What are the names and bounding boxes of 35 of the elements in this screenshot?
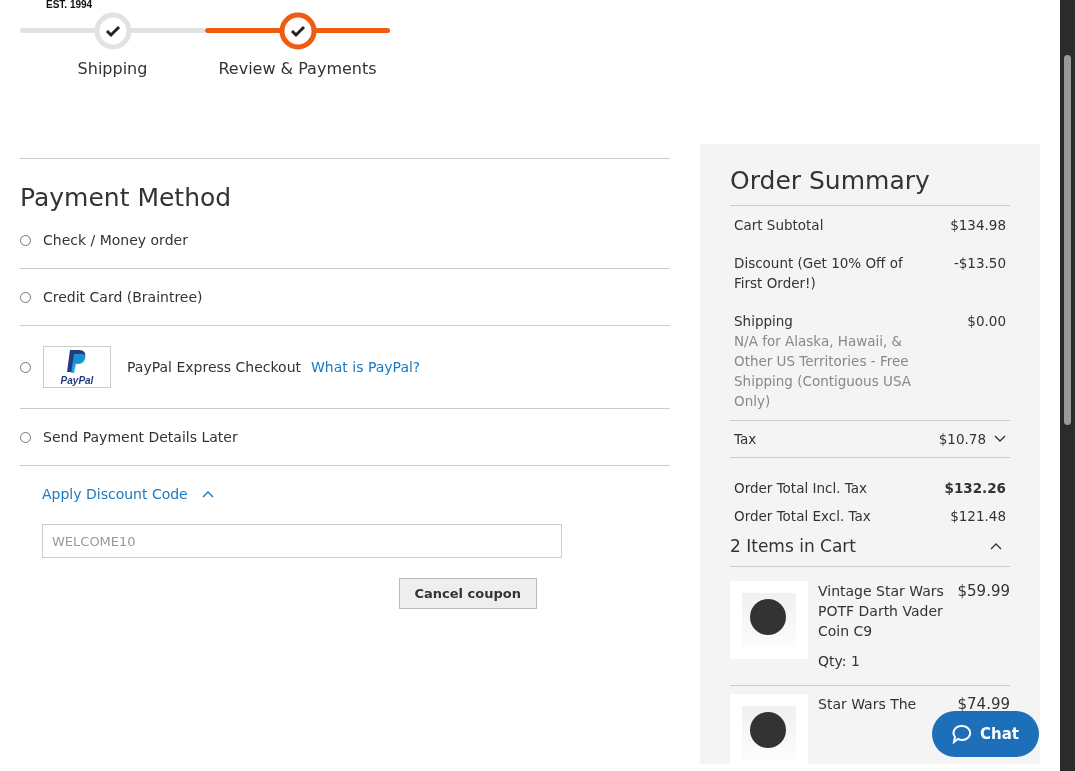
- product-name[interactable]: Vintage Star Wars POTF Darth Vader Coin C9: [818, 581, 948, 641]
- what-is-paypal-link[interactable]: What is PayPal?: [311, 359, 421, 375]
- caret-icon[interactable]: [990, 542, 1002, 550]
- summary-label: Discount (Get 10% Off of First Order!): [734, 254, 904, 293]
- step-label[interactable]: Review & Payments: [218, 59, 377, 78]
- summary-value: $10.78: [938, 430, 986, 449]
- product-price: $59.99: [957, 581, 1010, 601]
- paypal-logo: PayPal: [43, 346, 111, 388]
- product-price: $74.99: [957, 694, 1010, 714]
- caret-icon[interactable]: [994, 435, 1006, 443]
- step-label[interactable]: Shipping: [77, 59, 148, 78]
- product-name[interactable]: Star Wars The: [818, 694, 948, 714]
- total-label: Order Total Excl. Tax: [734, 507, 871, 526]
- shipping-note: N/A for Alaska, Hawaii, & Other US Territories - Free Shipping (Contiguous USA Only): [734, 332, 912, 411]
- summary-label: Cart Subtotal: [734, 216, 824, 235]
- payment-option-label[interactable]: Check / Money order: [43, 232, 188, 248]
- scrollbar[interactable]: [1060, 0, 1075, 771]
- product-quantity: Qty: 1: [818, 652, 861, 671]
- summary-value: $134.98: [950, 216, 1006, 235]
- total-value: $121.48: [950, 507, 1006, 526]
- payment-option-label[interactable]: PayPal Express Checkout: [127, 359, 302, 375]
- section-title: Payment Method: [20, 183, 233, 212]
- cart-title[interactable]: 2 Items in Cart: [730, 536, 857, 556]
- total-label: Order Total Incl. Tax: [734, 479, 868, 498]
- total-value: $132.26: [944, 479, 1006, 498]
- brand-tagline: EST. 1994: [45, 0, 94, 10]
- summary-value: $0.00: [967, 312, 1006, 331]
- summary-label: Tax: [734, 430, 757, 449]
- chat-bubble-icon[interactable]: [952, 724, 972, 744]
- summary-label: Shipping: [734, 312, 794, 331]
- payment-option-label[interactable]: Credit Card (Braintree): [43, 289, 203, 305]
- chat-button[interactable]: Chat: [932, 711, 1039, 757]
- summary-title: Order Summary: [730, 166, 931, 195]
- summary-value: -$13.50: [953, 254, 1006, 273]
- payment-option-label[interactable]: Send Payment Details Later: [43, 429, 238, 445]
